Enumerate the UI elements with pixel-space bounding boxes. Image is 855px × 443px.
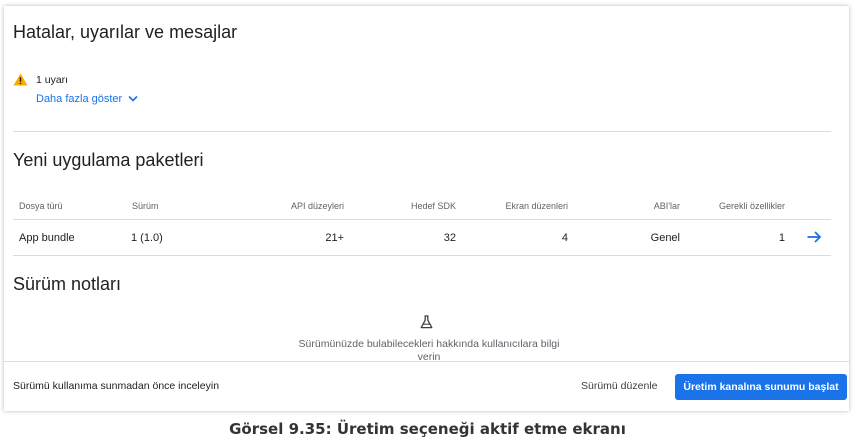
release-review-panel: Hatalar, uyarılar ve mesajlar 1 uyarı Da…	[4, 6, 849, 411]
notes-empty-line-1: Sürümünüzde bulabilecekleri hakkında kul…	[298, 338, 560, 350]
table-header-divider	[13, 219, 831, 220]
column-header-version: Sürüm	[132, 201, 159, 211]
warning-count: 1 uyarı	[36, 73, 69, 86]
cell-target-sdk: 32	[443, 232, 456, 244]
footer-bar: Sürümü kullanıma sunmadan önce inceleyin…	[4, 361, 849, 411]
column-header-file-type: Dosya türü	[19, 201, 63, 211]
packages-section-title: Yeni uygulama paketleri	[13, 150, 204, 170]
footer-review-text: Sürümü kullanıma sunmadan önce inceleyin	[13, 380, 220, 392]
cell-required-features: 1	[778, 232, 785, 244]
cell-abis: Genel	[650, 232, 680, 244]
section-divider	[13, 131, 831, 132]
cell-version: 1 (1.0)	[131, 232, 163, 244]
column-header-screen-layouts: Ekran düzenleri	[505, 201, 568, 211]
notes-section-title: Sürüm notları	[13, 274, 122, 294]
figure-caption: Görsel 9.35: Üretim seçeneği aktif etme …	[229, 420, 626, 438]
table-row-divider	[13, 255, 831, 256]
show-more-link[interactable]: Daha fazla göster	[36, 93, 138, 105]
column-header-target-sdk: Hedef SDK	[410, 201, 456, 211]
warning-row: 1 uyarı	[13, 73, 68, 86]
column-header-required-features: Gerekli özellikler	[719, 201, 786, 211]
cell-api-levels: 21+	[325, 232, 344, 244]
column-header-api-levels: API düzeyleri	[290, 201, 344, 211]
edit-release-button[interactable]: Sürümü düzenle	[581, 380, 657, 392]
cell-screen-layouts: 4	[561, 232, 568, 244]
start-rollout-button[interactable]: Üretim kanalına sunumu başlat	[675, 374, 847, 400]
chevron-down-icon	[122, 93, 138, 105]
errors-section-title: Hatalar, uyarılar ve mesajlar	[13, 22, 238, 42]
cell-file-type: App bundle	[19, 232, 75, 244]
flask-icon	[420, 315, 433, 334]
warning-triangle-icon	[13, 73, 28, 86]
column-header-abis: ABI'lar	[653, 201, 680, 211]
show-more-label: Daha fazla göster	[36, 93, 123, 105]
arrow-right-icon[interactable]	[806, 230, 822, 249]
